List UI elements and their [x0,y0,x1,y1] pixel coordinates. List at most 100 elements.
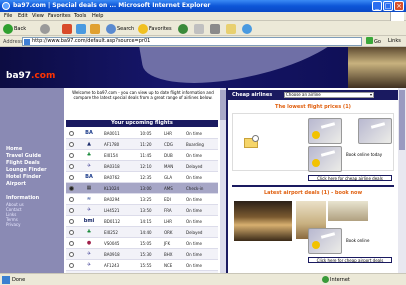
offer1-title[interactable]: The lowest flight prices (1) [228,104,398,110]
flight-radio[interactable] [69,197,74,202]
menu-edit[interactable]: Edit [18,13,28,19]
nav-flight-deals[interactable]: Flight Deals [6,160,40,166]
flight-row[interactable]: ♣ EI0154 11:45 DUB On time [66,150,218,161]
flight-radio[interactable] [69,230,74,235]
print-button[interactable] [210,23,220,34]
flight-status: On time [186,241,202,246]
flight-row[interactable]: bmi BD0112 14:15 LHR On time [66,216,218,227]
airline-logo: ♣ [86,152,92,158]
toolbar: Back Search Favorites [0,21,406,36]
flight-row[interactable]: BA BA0762 12:35 GLA On time [66,172,218,183]
mail-button[interactable] [194,23,204,34]
flight-destination: CDG [164,142,173,147]
deals-header: Cheap airlines Choose an airline [228,90,398,100]
flight-number: AF1780 [104,142,120,147]
flight-row[interactable]: BA BA0011 10:05 LHR On time [66,128,218,139]
flight-destination: ORK [164,230,173,235]
browser-icon [2,2,10,10]
offer1-card-top[interactable] [308,118,342,144]
flight-radio[interactable] [69,208,74,213]
favorites-button[interactable]: Favorites [138,23,172,34]
flight-radio[interactable] [69,153,74,158]
home-button[interactable] [90,23,100,34]
flight-destination: JFK [164,241,171,246]
flight-time: 10:05 [140,131,152,136]
menu-favorites[interactable]: Favorites [48,13,71,19]
flight-row[interactable]: ✈ AF1243 15:55 NCE On time [66,260,218,271]
back-button[interactable]: Back [3,23,26,34]
flight-number: AF1243 [104,263,120,268]
links-button[interactable]: Links [388,38,401,44]
menu-help[interactable]: Help [92,13,103,19]
banner-photo [348,47,406,88]
forward-arrow-icon [40,23,50,34]
flight-row[interactable]: ▲ AF1780 11:20 CDG Boarding [66,139,218,150]
nav-travel-guide[interactable]: Travel Guide [6,153,41,159]
edit-button[interactable] [226,23,236,34]
flight-radio[interactable] [69,142,74,147]
nav-sub-privacy[interactable]: Privacy [6,222,20,227]
flight-time: 14:40 [140,230,152,235]
nav-hotel-finder[interactable]: Hotel Finder [6,174,41,180]
deals-panel: Cheap airlines Choose an airline The low… [226,88,398,273]
window-title: ba97.com | Special deals on ... Microsof… [13,2,211,9]
flight-radio[interactable] [69,131,74,136]
offer1-button[interactable]: Click here for cheap airline deals [308,175,392,181]
site-logo[interactable]: ba97.com [6,71,55,81]
flight-destination: DUB [164,153,173,158]
airline-logo: ✈ [86,207,92,213]
menu-file[interactable]: File [4,13,12,19]
stop-button[interactable] [62,23,72,34]
mail-icon [194,23,204,34]
page-scrollbar[interactable] [398,88,406,273]
flight-radio[interactable] [69,263,74,268]
flight-row[interactable]: ▦ KL1024 13:00 AMS Check-in [66,183,218,194]
flight-radio[interactable] [69,175,74,180]
refresh-icon [76,23,86,34]
airport-photo [234,201,292,241]
address-input[interactable]: http://www.ba97.com/default.asp?source=p… [22,37,362,46]
flight-row[interactable]: ≈ BA0294 13:25 EDI On time [66,194,218,205]
menu-view[interactable]: View [32,13,44,19]
close-button[interactable]: × [394,1,404,11]
flights-table: BA BA0011 10:05 LHR On time ▲ AF1780 11:20 CDG Bo… [66,128,218,273]
flight-status: Delayed [186,164,203,169]
airline-select[interactable]: Choose an airline [284,92,374,98]
offer2-title[interactable]: Latest airport deals (1) - book now [228,190,398,196]
flight-destination: EDI [164,197,171,202]
maximize-button[interactable]: □ [383,1,393,11]
offer1-card-right[interactable] [358,118,392,144]
media-button[interactable] [178,23,188,34]
flight-radio[interactable] [69,219,74,224]
offer2-button[interactable]: Click here for cheap airport deals [308,257,392,263]
flight-row[interactable]: ✈ BA0318 12:10 MAN Delayed [66,161,218,172]
nav-home[interactable]: Home [6,146,22,152]
flight-row[interactable]: ✈ LH4521 13:50 FRA On time [66,205,218,216]
go-button[interactable]: Go [366,37,386,46]
menu-tools[interactable]: Tools [74,13,86,19]
search-button[interactable]: Search [106,23,134,34]
flight-row[interactable]: ✈ BA0918 15:30 BHX On time [66,249,218,260]
flight-row[interactable]: ♣ EI0252 14:40 ORK Delayed [66,227,218,238]
offer2-card[interactable] [308,228,342,254]
offer2-side-text[interactable]: Book online [346,238,394,243]
refresh-button[interactable] [76,23,86,34]
flight-time: 15:30 [140,252,152,257]
flight-destination: BHX [164,252,173,257]
flight-row[interactable]: ● VS0045 15:05 JFK On time [66,238,218,249]
window-title-bar: ba97.com | Special deals on ... Microsof… [0,0,406,12]
nav-lounge-finder[interactable]: Lounge Finder [6,167,47,173]
offer1-card-bottom[interactable] [308,146,342,172]
messenger-button[interactable] [242,23,252,34]
page-scrollbar-thumb[interactable] [399,90,405,150]
status-text: Done [12,277,26,283]
nav-airport[interactable]: Airport [6,181,26,187]
offer1-side-text[interactable]: Book online today [346,152,394,157]
flight-radio[interactable] [69,241,74,246]
flight-radio[interactable] [69,252,74,257]
flight-radio[interactable] [69,164,74,169]
minimize-button[interactable]: _ [372,1,382,11]
flight-radio[interactable] [69,186,74,191]
forward-button[interactable] [40,23,50,34]
flight-status: Delayed [186,230,203,235]
